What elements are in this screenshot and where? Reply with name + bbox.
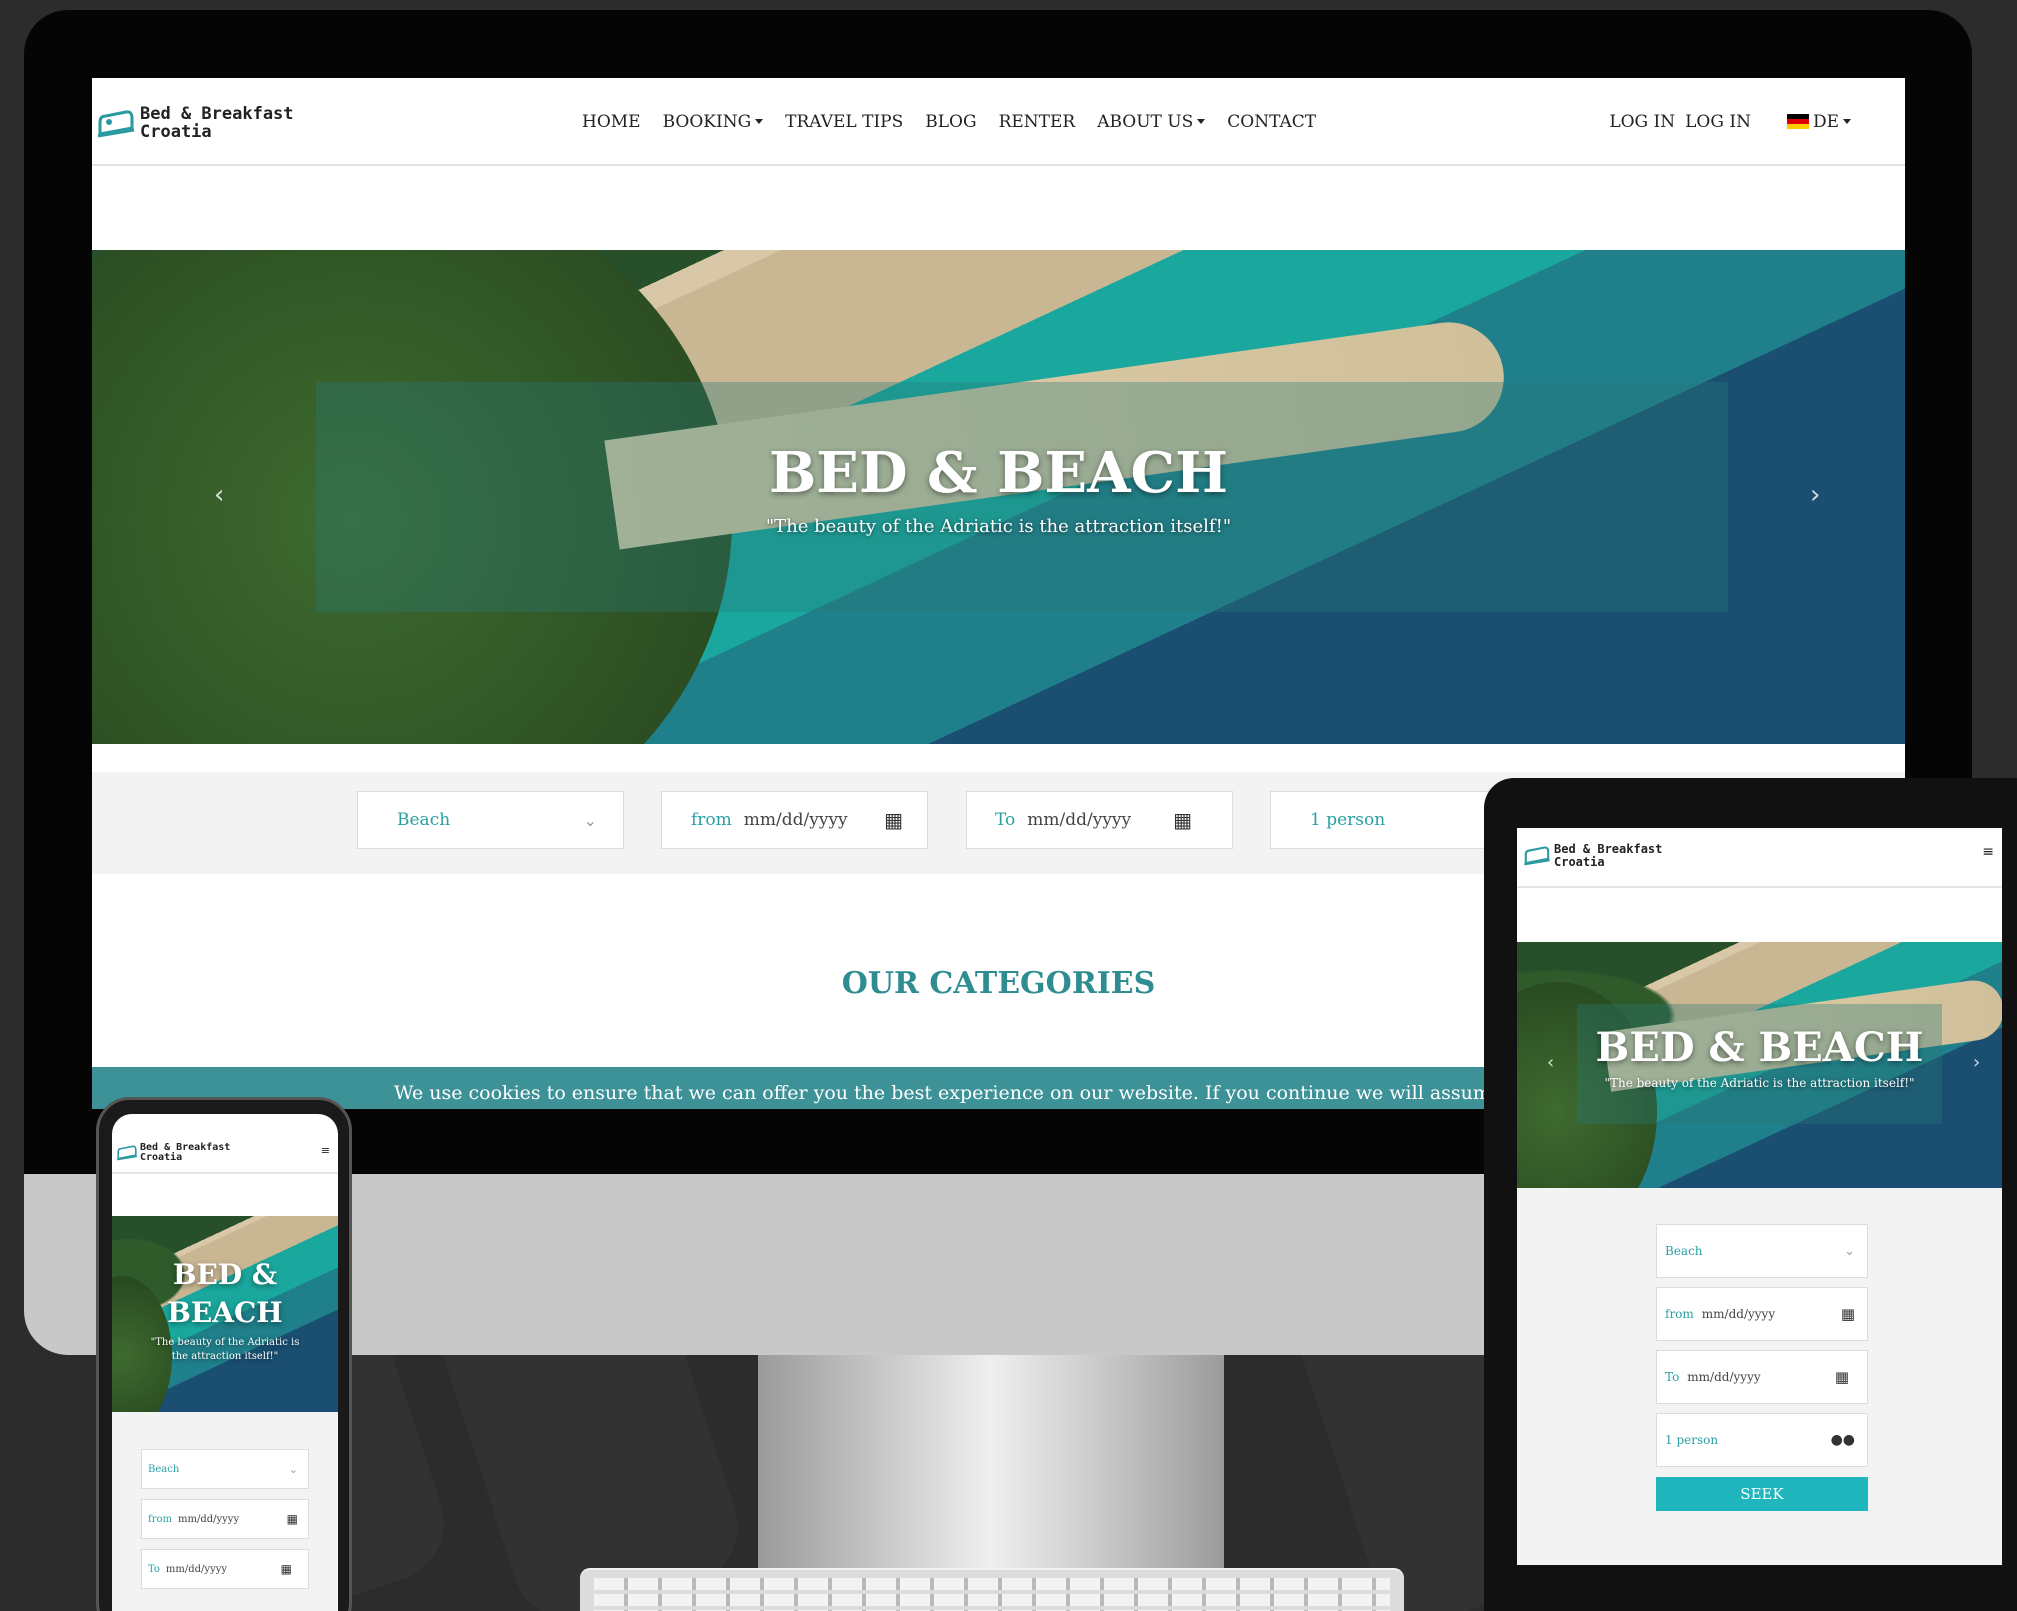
to-label: To bbox=[1665, 1370, 1680, 1384]
users-icon: ●● bbox=[1830, 1432, 1855, 1448]
from-label: from bbox=[148, 1513, 172, 1525]
chevron-down-icon: ⌄ bbox=[288, 1462, 298, 1476]
cookie-text: We use cookies to ensure that we can off… bbox=[394, 1082, 1644, 1104]
category-value: Beach bbox=[1665, 1244, 1703, 1258]
hero-title-line-2: BEACH bbox=[167, 1296, 283, 1329]
hamburger-menu-icon[interactable]: ≡ bbox=[1982, 844, 1994, 860]
hamburger-menu-icon[interactable]: ≡ bbox=[321, 1144, 330, 1157]
nav-booking[interactable]: BOOKING bbox=[663, 112, 764, 132]
category-select[interactable]: Beach ⌄ bbox=[1656, 1224, 1868, 1278]
calendar-icon: ▦ bbox=[1834, 1368, 1849, 1386]
chevron-right-icon[interactable]: › bbox=[1810, 480, 1820, 510]
brand-logo[interactable]: Bed & Breakfast Croatia bbox=[96, 104, 294, 144]
caret-down-icon bbox=[1197, 119, 1206, 124]
nav-travel-tips[interactable]: TRAVEL TIPS bbox=[785, 112, 903, 132]
brand-line-2: Croatia bbox=[1554, 855, 1605, 869]
from-label: from bbox=[1665, 1307, 1694, 1321]
calendar-icon: ▦ bbox=[286, 1512, 298, 1526]
persons-field[interactable]: 1 person ●● bbox=[1656, 1413, 1868, 1467]
calendar-icon: ▦ bbox=[1840, 1305, 1855, 1323]
chevron-left-icon[interactable]: ‹ bbox=[214, 480, 224, 510]
nav-about-label: ABOUT US bbox=[1097, 112, 1194, 132]
tablet-device: Bed & Breakfast Croatia ≡ BED & BEACH "T… bbox=[1484, 778, 2017, 1611]
to-placeholder: mm/dd/yyyy bbox=[165, 1563, 228, 1575]
top-navbar: Bed & Breakfast Croatia HOME BOOKING TRA… bbox=[92, 78, 1905, 166]
nav-blog[interactable]: BLOG bbox=[925, 112, 976, 132]
caret-down-icon bbox=[755, 119, 764, 124]
seek-button[interactable]: SEEK bbox=[1656, 1477, 1868, 1511]
caret-down-icon bbox=[1843, 119, 1851, 124]
to-placeholder: mm/dd/yyyy bbox=[1687, 1370, 1761, 1384]
to-placeholder: mm/dd/yyyy bbox=[1027, 810, 1132, 830]
bed-icon bbox=[1524, 846, 1550, 866]
category-select[interactable]: Beach ⌄ bbox=[357, 791, 624, 849]
phone-screen: Bed & Breakfast Croatia ≡ BED & BEACH "T… bbox=[112, 1114, 338, 1611]
phone-hero: BED & BEACH "The beauty of the Adriatic … bbox=[112, 1216, 338, 1412]
category-value: Beach bbox=[148, 1463, 180, 1475]
bed-icon bbox=[97, 110, 135, 138]
bed-icon bbox=[116, 1145, 138, 1161]
from-placeholder: mm/dd/yyyy bbox=[743, 810, 848, 830]
chevron-right-icon[interactable]: › bbox=[1973, 1052, 1980, 1073]
from-placeholder: mm/dd/yyyy bbox=[177, 1513, 240, 1525]
nav-right: LOG IN LOG IN DE bbox=[1609, 112, 1851, 132]
brand-line-2: Croatia bbox=[140, 1152, 183, 1163]
login-link-1[interactable]: LOG IN bbox=[1609, 112, 1675, 132]
nav-contact[interactable]: CONTACT bbox=[1227, 112, 1316, 132]
phone-search-panel: Beach ⌄ from mm/dd/yyyy ▦ To mm/dd/yyyy … bbox=[112, 1412, 338, 1611]
keyboard bbox=[580, 1568, 1404, 1611]
from-date-field[interactable]: from mm/dd/yyyy ▦ bbox=[1656, 1287, 1868, 1341]
phone-brand-logo[interactable]: Bed & Breakfast Croatia bbox=[116, 1142, 230, 1164]
from-date-field[interactable]: from mm/dd/yyyy ▦ bbox=[661, 791, 928, 849]
chevron-down-icon: ⌄ bbox=[583, 810, 597, 830]
german-flag-icon bbox=[1786, 114, 1809, 129]
hero-subtitle-line-1: "The beauty of the Adriatic is bbox=[150, 1337, 300, 1348]
tablet-search-panel: Beach ⌄ from mm/dd/yyyy ▦ To mm/dd/yyyy … bbox=[1517, 1188, 2002, 1565]
calendar-icon: ▦ bbox=[1173, 808, 1192, 832]
tablet-brand-logo[interactable]: Bed & Breakfast Croatia bbox=[1523, 842, 1662, 870]
to-date-field[interactable]: To mm/dd/yyyy ▦ bbox=[141, 1549, 309, 1589]
language-label: DE bbox=[1812, 112, 1839, 132]
chevron-left-icon[interactable]: ‹ bbox=[1547, 1052, 1554, 1073]
hero-subtitle: "The beauty of the Adriatic is the attra… bbox=[765, 516, 1232, 537]
tablet-navbar: Bed & Breakfast Croatia ≡ bbox=[1517, 828, 2002, 888]
hero-title: BED & BEACH bbox=[768, 440, 1229, 506]
nav-renter[interactable]: RENTER bbox=[999, 112, 1076, 132]
persons-value: 1 person bbox=[1310, 810, 1386, 830]
brand-line-2: Croatia bbox=[140, 122, 212, 142]
hero-title-line-1: BED & bbox=[172, 1258, 278, 1291]
hero-subtitle: "The beauty of the Adriatic is the attra… bbox=[112, 1336, 338, 1364]
to-date-field[interactable]: To mm/dd/yyyy ▦ bbox=[1656, 1350, 1868, 1404]
from-placeholder: mm/dd/yyyy bbox=[1701, 1307, 1776, 1321]
calendar-icon: ▦ bbox=[280, 1562, 292, 1576]
to-label: To bbox=[148, 1563, 160, 1575]
nav-about-us[interactable]: ABOUT US bbox=[1097, 112, 1206, 132]
nav-booking-label: BOOKING bbox=[662, 112, 752, 132]
to-label: To bbox=[995, 810, 1016, 830]
language-selector[interactable]: DE bbox=[1786, 112, 1851, 132]
nav-home[interactable]: HOME bbox=[582, 112, 641, 132]
phone-navbar: Bed & Breakfast Croatia ≡ bbox=[112, 1114, 338, 1174]
tablet-hero: BED & BEACH "The beauty of the Adriatic … bbox=[1517, 942, 2002, 1188]
tablet-screen: Bed & Breakfast Croatia ≡ BED & BEACH "T… bbox=[1517, 828, 2002, 1565]
persons-value: 1 person bbox=[1665, 1433, 1719, 1447]
to-date-field[interactable]: To mm/dd/yyyy ▦ bbox=[966, 791, 1233, 849]
category-select[interactable]: Beach ⌄ bbox=[141, 1449, 309, 1489]
hero-title: BED & BEACH bbox=[1595, 1024, 1924, 1071]
calendar-icon: ▦ bbox=[884, 808, 903, 832]
login-link-2[interactable]: LOG IN bbox=[1685, 112, 1751, 132]
chevron-down-icon: ⌄ bbox=[1844, 1243, 1855, 1259]
main-menu: HOME BOOKING TRAVEL TIPS BLOG RENTER ABO… bbox=[582, 112, 1316, 132]
phone-device: Bed & Breakfast Croatia ≡ BED & BEACH "T… bbox=[96, 1097, 352, 1611]
hero-carousel: BED & BEACH "The beauty of the Adriatic … bbox=[92, 250, 1905, 744]
hero-subtitle: "The beauty of the Adriatic is the attra… bbox=[1604, 1076, 1915, 1090]
hero-title: BED & BEACH bbox=[112, 1256, 338, 1332]
from-date-field[interactable]: from mm/dd/yyyy ▦ bbox=[141, 1499, 309, 1539]
category-value: Beach bbox=[397, 810, 451, 830]
from-label: from bbox=[691, 810, 732, 830]
hero-subtitle-line-2: the attraction itself!" bbox=[171, 1351, 279, 1362]
